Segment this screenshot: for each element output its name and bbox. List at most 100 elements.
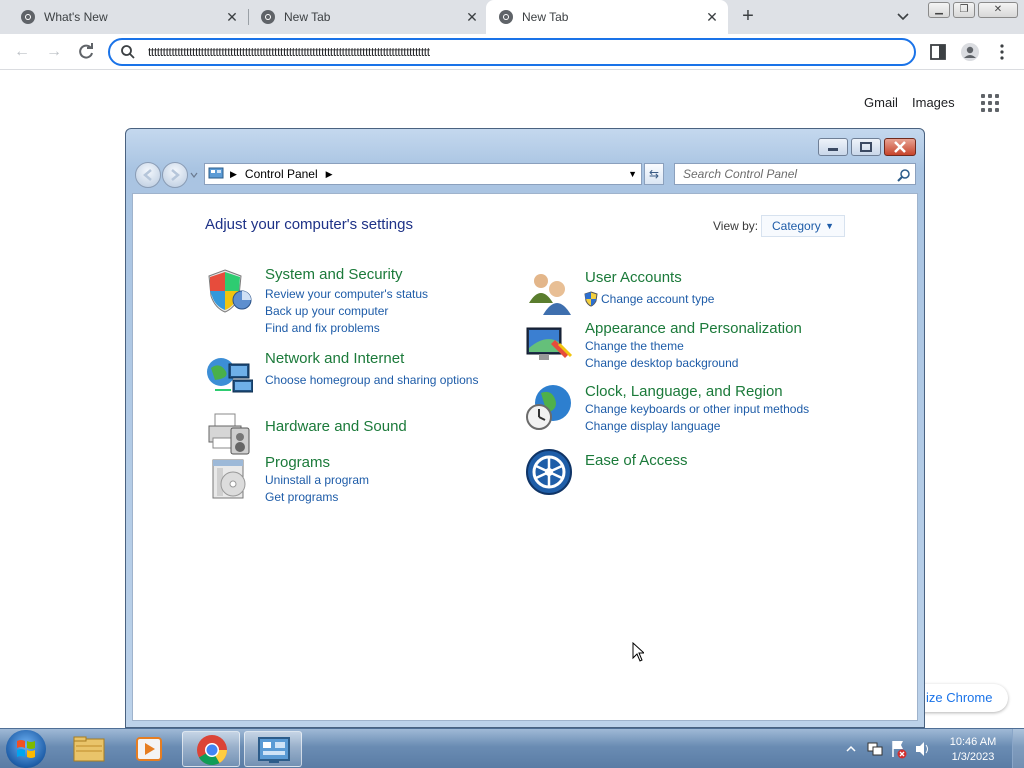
start-button[interactable] [6,730,46,768]
cp-refresh-button[interactable]: ⇆ [644,163,664,185]
category-link[interactable]: Find and fix problems [265,321,380,335]
category-link[interactable]: Choose homegroup and sharing options [265,373,478,387]
new-tab-button[interactable]: + [736,5,760,29]
forward-button[interactable]: → [42,40,66,64]
action-center-alert-icon[interactable] [890,729,908,768]
omnibox[interactable]: tttttttttttttttttttttttttttttttttttttttt… [108,38,916,66]
reload-icon[interactable] [74,40,98,64]
profile-avatar-icon[interactable] [960,42,980,62]
show-desktop-button[interactable] [1012,729,1024,768]
tab-new-tab-1[interactable]: New Tab ✕ [240,0,488,34]
category-link[interactable]: Back up your computer [265,304,388,318]
tab-strip: What's New ✕ New Tab ✕ New Tab ✕ + ▁ ❐ ✕ [0,0,1024,34]
clock-time: 10:46 AM [949,736,997,748]
category-title[interactable]: Hardware and Sound [265,418,407,435]
cp-search-input[interactable]: Search Control Panel [674,163,916,185]
tab-search-chevron-icon[interactable] [893,9,913,25]
tab-close-icon[interactable]: ✕ [704,9,720,25]
back-button[interactable]: ← [10,40,34,64]
ease-of-access-icon [526,449,572,495]
category-link[interactable]: Uninstall a program [265,473,369,487]
system-clock[interactable]: 10:46 AM 1/3/2023 [940,735,1006,765]
shield-icon [208,269,252,313]
mouse-cursor-icon [632,642,644,662]
tab-close-icon[interactable]: ✕ [224,9,240,25]
category-title[interactable]: Network and Internet [265,350,404,367]
category-link[interactable]: Get programs [265,490,338,504]
category-link[interactable]: Change desktop background [585,356,738,370]
taskbar-media-player-button[interactable] [120,731,178,767]
control-panel-icon [258,737,290,763]
view-by-dropdown[interactable]: Category ▼ [761,215,845,237]
category-link[interactable]: Review your computer's status [265,287,428,301]
taskbar-explorer-button[interactable] [60,731,118,767]
search-icon [897,169,910,182]
taskbar-control-panel-button[interactable] [244,731,302,767]
tab-close-icon[interactable]: ✕ [464,9,480,25]
page-title: Adjust your computer's settings [205,216,413,233]
category-link[interactable]: Change the theme [585,339,684,353]
breadcrumb-separator-icon: ▶ [325,168,333,179]
category-title[interactable]: Clock, Language, and Region [585,383,783,400]
category-ease-of-access: Ease of Access [525,448,825,498]
category-user-accounts: User Accounts Change account type [525,269,825,319]
chrome-favicon-icon [21,10,35,24]
cp-address-bar[interactable]: ▶ Control Panel ▶ ▼ [204,163,642,185]
forward-arrow-icon [171,169,180,181]
gmail-link[interactable]: Gmail [864,95,898,110]
recent-pages-chevron-icon[interactable] [190,171,198,179]
printer-icon [208,413,250,455]
google-apps-icon[interactable] [981,94,999,112]
monitor-icon [526,327,573,360]
minimize-button[interactable]: ▁ [928,2,950,18]
browser-toolbar: ← → tttttttttttttttttttttttttttttttttttt… [0,34,1024,70]
control-panel-window: ▶ Control Panel ▶ ▼ ⇆ Search Control Pan… [125,128,925,728]
breadcrumb-separator-icon: ▶ [230,168,237,179]
cp-content-pane: Adjust your computer's settings View by:… [132,193,918,721]
category-hardware-sound: Hardware and Sound [205,410,505,460]
breadcrumb[interactable]: Control Panel [245,167,318,181]
tab-title: New Tab [522,10,569,24]
minimize-icon [828,148,838,151]
cp-close-button[interactable] [884,138,916,156]
view-by-value: Category [772,219,821,233]
images-link[interactable]: Images [912,95,955,110]
show-hidden-icons-icon[interactable] [844,729,858,768]
cp-minimize-button[interactable] [818,138,848,156]
restore-button[interactable]: ❐ [953,2,975,18]
category-programs: Programs Uninstall a program Get program… [205,454,505,514]
tab-title: What's New [44,10,108,24]
volume-icon[interactable] [914,729,932,768]
address-dropdown-icon[interactable]: ▼ [628,169,637,179]
category-title[interactable]: Programs [265,454,330,471]
taskbar-chrome-button[interactable] [182,731,240,767]
category-title[interactable]: Ease of Access [585,452,688,469]
network-tray-icon[interactable] [866,729,884,768]
category-title[interactable]: Appearance and Personalization [585,320,802,337]
category-clock-language-region: Clock, Language, and Region Change keybo… [525,383,845,433]
category-link[interactable]: Change display language [585,419,720,433]
close-window-button[interactable]: ✕ [978,2,1018,18]
category-appearance: Appearance and Personalization Change th… [525,320,845,370]
folder-icon [73,736,105,762]
cp-forward-button[interactable] [162,162,188,188]
cp-back-button[interactable] [135,162,161,188]
category-title[interactable]: System and Security [265,266,403,283]
category-link[interactable]: Change keyboards or other input methods [585,402,809,416]
side-panel-icon[interactable] [928,42,948,62]
search-placeholder: Search Control Panel [683,167,798,181]
tab-new-tab-active[interactable]: New Tab ✕ [486,0,728,34]
category-title[interactable]: User Accounts [585,269,682,286]
chrome-icon [197,735,227,766]
chrome-favicon-icon [499,10,513,24]
kebab-menu-icon[interactable] [992,42,1012,62]
close-icon [894,141,906,153]
clock-date: 1/3/2023 [951,751,995,763]
omnibox-text[interactable]: tttttttttttttttttttttttttttttttttttttttt… [148,45,908,59]
cp-maximize-button[interactable] [851,138,881,156]
refresh-icon: ⇆ [648,167,660,181]
uac-shield-icon [584,291,598,307]
globe-clock-icon [526,385,571,430]
category-link[interactable]: Change account type [601,292,714,306]
tab-whats-new[interactable]: What's New ✕ [0,0,248,34]
